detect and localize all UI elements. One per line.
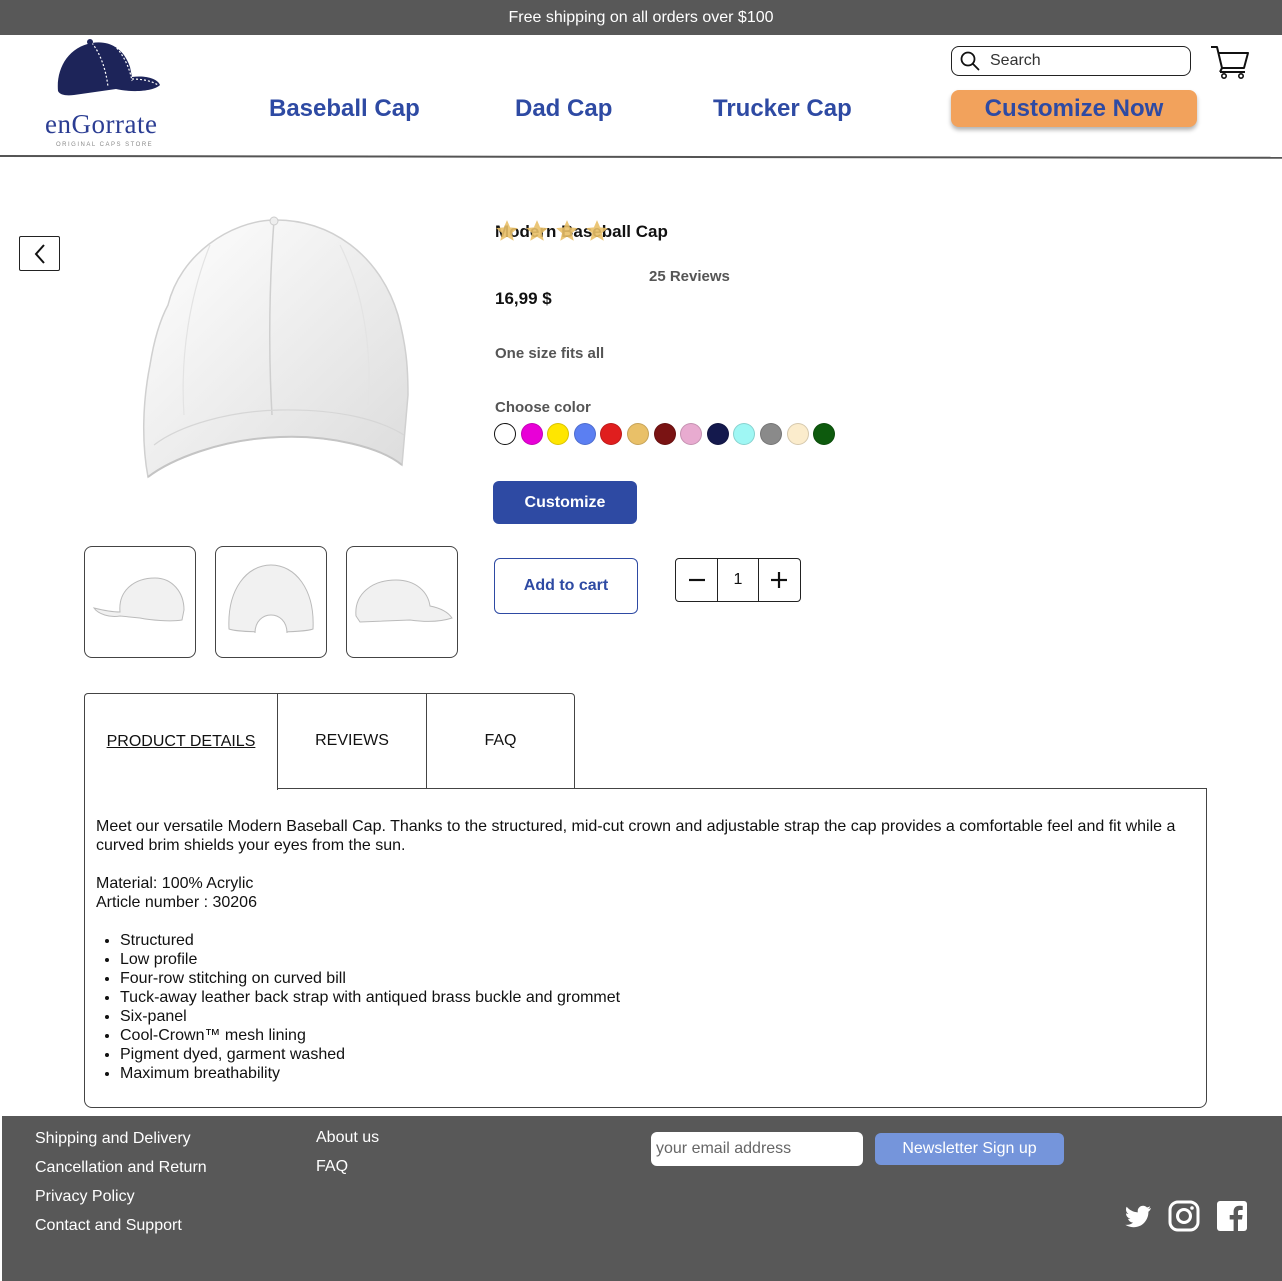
material-info: Material: 100% Acrylic	[96, 875, 254, 892]
footer-link-shipping[interactable]: Shipping and Delivery	[35, 1130, 191, 1148]
thumbnail-side[interactable]	[84, 546, 196, 658]
back-button[interactable]	[19, 236, 60, 271]
color-swatch[interactable]	[653, 423, 676, 445]
star-icon	[496, 220, 518, 241]
cap-side-thumbnail	[92, 577, 185, 622]
tab-label: PRODUCT DETAILS	[106, 733, 256, 750]
twitter-icon	[1125, 1205, 1151, 1228]
cap-logo-icon	[57, 39, 160, 96]
instagram-link[interactable]	[1168, 1200, 1200, 1232]
cap-profile-thumbnail	[355, 579, 453, 623]
star-icon	[586, 220, 608, 241]
footer-link-about[interactable]: About us	[316, 1129, 379, 1147]
promo-bar: Free shipping on all orders over $100	[0, 0, 1282, 35]
product-tabs: PRODUCT DETAILS REVIEWS FAQ	[84, 693, 575, 790]
tab-product-details[interactable]: PRODUCT DETAILS	[84, 693, 278, 790]
white-cap-image	[142, 216, 409, 479]
feature-item: Low profile	[120, 950, 1195, 969]
customize-button[interactable]: Customize	[493, 481, 637, 524]
minus-icon	[688, 578, 705, 582]
cart-button[interactable]	[1210, 44, 1250, 80]
cap-back-thumbnail	[228, 564, 314, 634]
cart-icon	[1211, 46, 1249, 79]
feature-item: Structured	[120, 931, 1195, 950]
color-swatch[interactable]	[786, 423, 809, 445]
star-icon	[556, 220, 578, 241]
search-box[interactable]	[951, 46, 1191, 76]
color-swatch[interactable]	[600, 423, 623, 445]
color-swatch[interactable]	[813, 423, 836, 445]
newsletter-email-input[interactable]	[651, 1132, 863, 1166]
thumbnail-profile[interactable]	[346, 546, 458, 658]
header-divider	[0, 155, 1282, 159]
product-main-image	[140, 215, 415, 485]
reviews-count[interactable]: 25 Reviews	[649, 268, 730, 285]
footer-link-faq[interactable]: FAQ	[316, 1158, 348, 1176]
quantity-value[interactable]: 1	[717, 559, 759, 601]
decrease-quantity-button[interactable]	[676, 559, 717, 601]
feature-item: Six-panel	[120, 1007, 1195, 1026]
increase-quantity-button[interactable]	[759, 559, 800, 601]
tab-label: REVIEWS	[315, 732, 389, 749]
facebook-icon	[1217, 1201, 1247, 1231]
color-swatch[interactable]	[680, 423, 703, 445]
color-swatch[interactable]	[626, 423, 649, 445]
article-number: Article number : 30206	[96, 894, 257, 911]
color-swatch[interactable]	[520, 423, 543, 445]
brand-tagline: ORIGINAL CAPS STORE	[56, 142, 154, 148]
tab-reviews[interactable]: REVIEWS	[278, 693, 427, 789]
feature-item: Maximum breathability	[120, 1064, 1195, 1083]
feature-item: Four-row stitching on curved bill	[120, 969, 1195, 988]
color-swatch[interactable]	[759, 423, 782, 445]
footer-link-privacy[interactable]: Privacy Policy	[35, 1188, 135, 1206]
quantity-stepper: 1	[675, 558, 801, 602]
tab-label: FAQ	[484, 732, 517, 749]
product-price: 16,99 $	[495, 289, 552, 308]
feature-list: StructuredLow profileFour-row stitching …	[96, 931, 1195, 1083]
color-swatch[interactable]	[494, 423, 516, 445]
nav-trucker-cap[interactable]: Trucker Cap	[713, 95, 852, 123]
nav-baseball-cap[interactable]: Baseball Cap	[269, 95, 420, 123]
color-swatch[interactable]	[547, 423, 570, 445]
star-icon	[526, 220, 548, 241]
site-header: enGorrate ORIGINAL CAPS STORE Baseball C…	[0, 35, 1282, 158]
footer-link-cancellation[interactable]: Cancellation and Return	[35, 1159, 207, 1177]
color-swatches	[494, 423, 836, 445]
rating-stars	[494, 218, 610, 244]
size-note: One size fits all	[495, 345, 605, 362]
search-icon	[960, 51, 980, 71]
feature-item: Cool-Crown™ mesh lining	[120, 1026, 1195, 1045]
choose-color-label: Choose color	[495, 399, 591, 416]
add-to-cart-button[interactable]: Add to cart	[494, 558, 638, 614]
search-input[interactable]	[990, 52, 1170, 70]
color-swatch[interactable]	[733, 423, 756, 445]
feature-item: Tuck-away leather back strap with antiqu…	[120, 988, 1195, 1007]
brand-name: enGorrate	[45, 109, 158, 139]
instagram-icon	[1168, 1200, 1200, 1232]
chevron-left-icon	[34, 243, 45, 264]
plus-icon	[771, 572, 788, 588]
product-details-panel: Meet our versatile Modern Baseball Cap. …	[84, 788, 1207, 1108]
newsletter-signup-button[interactable]: Newsletter Sign up	[875, 1133, 1064, 1165]
customize-now-button[interactable]: Customize Now	[951, 90, 1197, 127]
tab-faq[interactable]: FAQ	[427, 693, 575, 789]
nav-dad-cap[interactable]: Dad Cap	[515, 95, 612, 123]
color-swatch[interactable]	[706, 423, 729, 445]
facebook-link[interactable]	[1216, 1200, 1248, 1232]
color-swatch[interactable]	[573, 423, 596, 445]
logo[interactable]: enGorrate ORIGINAL CAPS STORE	[40, 39, 185, 151]
promo-text: Free shipping on all orders over $100	[508, 8, 774, 26]
thumbnail-back[interactable]	[215, 546, 327, 658]
feature-item: Pigment dyed, garment washed	[120, 1045, 1195, 1064]
twitter-link[interactable]	[1122, 1200, 1154, 1232]
site-footer: Shipping and Delivery Cancellation and R…	[2, 1116, 1282, 1281]
footer-link-contact[interactable]: Contact and Support	[35, 1217, 182, 1235]
product-description: Meet our versatile Modern Baseball Cap. …	[96, 818, 1176, 854]
